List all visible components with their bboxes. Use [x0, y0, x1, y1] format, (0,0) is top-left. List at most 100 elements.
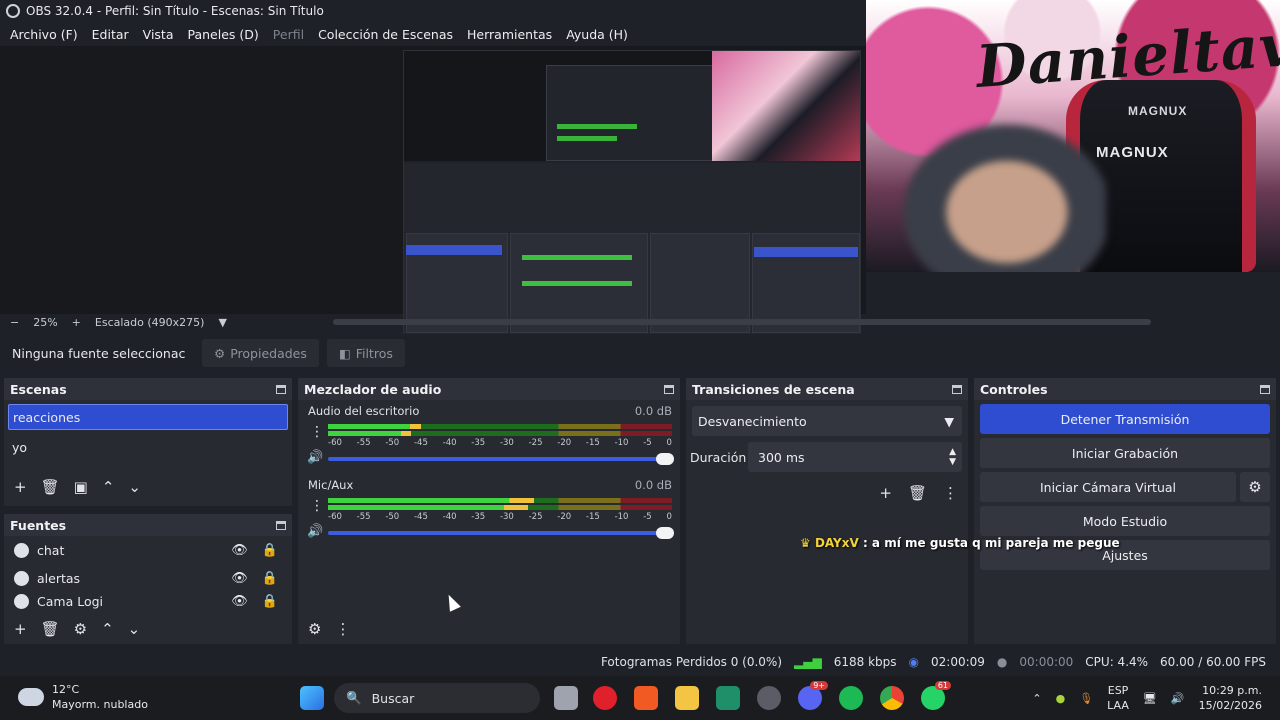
menu-herramientas[interactable]: Herramientas — [467, 27, 552, 42]
chair-brand: MAGNUX — [1096, 144, 1169, 161]
add-icon[interactable]: + — [879, 484, 892, 502]
browser-source-icon — [14, 542, 29, 558]
channel-name: Audio del escritorio — [308, 404, 420, 418]
brave-icon[interactable] — [634, 686, 658, 710]
source-label: Cama Logi — [37, 593, 103, 609]
undock-icon[interactable] — [276, 520, 286, 530]
transition-select[interactable]: Desvanecimiento ▼ — [692, 406, 962, 436]
trash-icon[interactable]: 🗑 — [41, 478, 60, 496]
menu-paneles[interactable]: Paneles (D) — [188, 27, 259, 42]
trash-icon[interactable]: 🗑 — [41, 620, 60, 638]
app-tray-icon[interactable]: ● — [1056, 692, 1066, 705]
menu-coleccion-escenas[interactable]: Colección de Escenas — [318, 27, 453, 42]
trash-icon[interactable]: 🗑 — [908, 484, 927, 502]
chevron-up-icon[interactable]: ⌃ — [1032, 692, 1041, 705]
zoom-level: 25% — [33, 315, 58, 329]
discord-icon[interactable]: 9+ — [798, 681, 828, 710]
chevron-down-icon[interactable]: ⌄ — [128, 620, 141, 638]
undock-icon[interactable] — [664, 384, 674, 394]
eye-icon[interactable]: 👁 — [231, 594, 248, 609]
chevron-down-icon[interactable]: ⌄ — [128, 478, 141, 496]
title-bar: OBS 32.0.4 - Perfil: Sin Título - Escena… — [0, 0, 866, 22]
task-view-icon[interactable] — [554, 686, 578, 710]
mixer-channel-mic: Mic/Aux 0.0 dB ⋮ -60 -55 -50 -45 -40 -35 -30 -2… — [298, 474, 680, 548]
chevron-up-icon[interactable]: ⌃ — [102, 478, 115, 496]
weather-desc: Mayorm. nublado — [52, 698, 148, 711]
studio-mode-button[interactable]: Modo Estudio — [980, 506, 1270, 536]
menu-vista[interactable]: Vista — [143, 27, 174, 42]
speaker-icon[interactable]: 🔊 — [307, 450, 323, 465]
gear-icon[interactable]: ⚙ — [74, 620, 87, 638]
opera-icon[interactable] — [593, 686, 617, 710]
scene-item-reacciones[interactable]: reacciones — [8, 404, 288, 430]
kebab-menu-icon[interactable]: ⋮ — [943, 484, 958, 502]
gear-icon[interactable]: ⚙ — [1240, 472, 1270, 502]
add-icon[interactable]: + — [14, 620, 27, 638]
undock-icon[interactable] — [276, 384, 286, 394]
stream-chat-message: ♛ DAYxV : a mí me gusta q mi pareja me p… — [800, 536, 1120, 550]
duration-input[interactable]: 300 ms ▲ ▼ — [748, 442, 962, 472]
spotify-icon[interactable] — [839, 686, 863, 710]
scene-filters-icon[interactable]: ▣ — [74, 478, 88, 496]
scenes-toolbar: + 🗑 ▣ ⌃ ⌄ — [4, 474, 292, 500]
browser-source-icon — [14, 570, 29, 586]
undock-icon[interactable] — [1260, 384, 1270, 394]
lock-icon[interactable]: 🔒 — [262, 543, 278, 558]
chevron-up-icon[interactable]: ⌃ — [101, 620, 114, 638]
lock-icon[interactable]: 🔒 — [262, 571, 278, 586]
menu-perfil[interactable]: Perfil — [273, 27, 304, 42]
zoom-in-button[interactable]: + — [72, 316, 81, 329]
volume-meter — [328, 424, 672, 429]
menu-archivo[interactable]: Archivo (F) — [10, 27, 78, 42]
obs-taskbar-icon[interactable] — [757, 686, 781, 710]
microphone-icon[interactable]: 🎙 — [1079, 692, 1093, 705]
camera-icon — [14, 593, 29, 609]
meter-ticks: -60 -55 -50 -45 -40 -35 -30 -25 -20 -15 -10 -5 0 — [328, 438, 672, 448]
spinner-icon[interactable]: ▲ ▼ — [949, 447, 956, 467]
meter-tick-label: -60 — [328, 438, 342, 448]
start-recording-button[interactable]: Iniciar Grabación — [980, 438, 1270, 468]
no-source-selected-label: Ninguna fuente seleccionac — [12, 345, 186, 361]
kebab-menu-icon[interactable]: ⋮ — [310, 424, 324, 440]
properties-button[interactable]: ⚙ Propiedades — [202, 339, 319, 367]
chrome-icon[interactable] — [880, 686, 904, 710]
undock-icon[interactable] — [952, 384, 962, 394]
network-icon[interactable]: 🖥 — [1143, 692, 1157, 705]
speaker-icon[interactable]: 🔊 — [307, 524, 323, 539]
kebab-menu-icon[interactable]: ⋮ — [335, 620, 350, 638]
lock-icon[interactable]: 🔒 — [262, 594, 278, 609]
scaling-dropdown-icon[interactable]: ▼ — [218, 316, 226, 329]
zoom-out-button[interactable]: − — [10, 316, 19, 329]
menu-editar[interactable]: Editar — [92, 27, 129, 42]
controls-dock: Controles Detener Transmisión Iniciar Gr… — [974, 378, 1276, 644]
whatsapp-icon[interactable]: 61 — [921, 681, 951, 710]
clock[interactable]: 10:29 p.m. 15/02/2026 — [1199, 683, 1262, 713]
advanced-audio-icon[interactable]: ⚙ — [308, 620, 321, 638]
program-preview[interactable] — [0, 46, 866, 356]
volume-slider[interactable] — [328, 453, 674, 465]
app-icon[interactable] — [716, 686, 740, 710]
file-explorer-icon[interactable] — [675, 686, 699, 710]
crown-icon: ♛ — [800, 536, 811, 550]
eye-icon[interactable]: 👁 — [231, 571, 248, 586]
eye-icon[interactable]: 👁 — [231, 543, 248, 558]
preview-scrollbar[interactable] — [333, 319, 1151, 325]
meter-tick-label: -55 — [356, 438, 371, 448]
source-item-alertas[interactable]: alertas 👁 🔒 — [4, 564, 292, 592]
taskbar-search[interactable]: 🔍 Buscar — [334, 683, 540, 713]
source-item-cama[interactable]: Cama Logi 👁 🔒 — [4, 592, 292, 610]
volume-slider[interactable] — [328, 527, 674, 539]
windows-start-icon[interactable] — [300, 686, 324, 710]
source-item-chat[interactable]: chat 👁 🔒 — [4, 536, 292, 564]
volume-icon[interactable]: 🔊 — [1171, 692, 1185, 705]
meter-tick-label: -5 — [643, 512, 652, 522]
language-indicator[interactable]: ESP LAA — [1107, 683, 1129, 713]
menu-ayuda[interactable]: Ayuda (H) — [566, 27, 628, 42]
weather-widget[interactable]: 12°C Mayorm. nublado — [18, 682, 148, 712]
virtual-camera-button[interactable]: Iniciar Cámara Virtual — [980, 472, 1236, 502]
scene-item-yo[interactable]: yo — [8, 434, 288, 460]
stop-streaming-button[interactable]: Detener Transmisión — [980, 404, 1270, 434]
filters-button[interactable]: ◧ Filtros — [326, 339, 405, 367]
add-icon[interactable]: + — [14, 478, 27, 496]
kebab-menu-icon[interactable]: ⋮ — [310, 498, 324, 514]
